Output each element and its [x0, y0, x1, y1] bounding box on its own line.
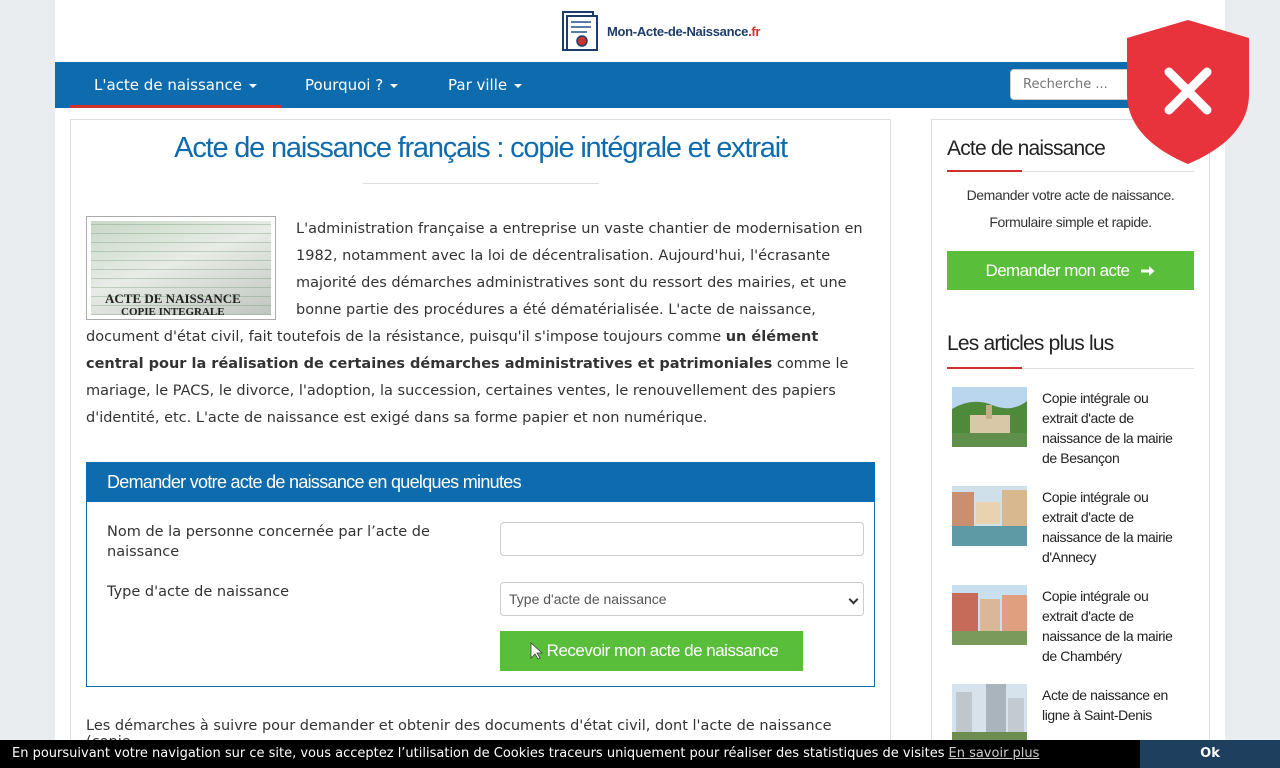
logo-text: Mon-Acte-de-Naissance.fr — [607, 23, 761, 39]
nav-item-label: Pourquoi ? — [305, 76, 384, 94]
type-label: Type d'acte de naissance — [107, 584, 290, 600]
name-input[interactable] — [500, 522, 864, 556]
request-certificate-button[interactable]: Demander mon acte — [947, 251, 1194, 290]
header: Mon-Acte-de-Naissance.fr — [55, 0, 1225, 62]
cookie-consent-bar: En poursuivant votre navigation sur ce s… — [0, 740, 1280, 768]
sidebar-description: Demander votre acte de naissance. Formul… — [932, 182, 1209, 236]
caret-down-icon — [514, 83, 523, 88]
nav-item-par-ville[interactable]: Par ville — [448, 62, 523, 108]
main-navbar: L'acte de naissance Pourquoi ? Par ville — [55, 62, 1225, 108]
pointer-cursor-icon — [530, 642, 544, 660]
certificate-icon — [562, 11, 598, 51]
page-container: Mon-Acte-de-Naissance.fr L'acte de naiss… — [55, 0, 1225, 768]
security-shield-icon[interactable] — [1127, 20, 1249, 164]
cookie-ok-button[interactable]: Ok — [1140, 740, 1280, 768]
article-title: Copie intégrale ou extrait d'acte de nai… — [1042, 588, 1173, 664]
select-value: Type d'acte de naissance — [509, 591, 667, 607]
chambery-thumbnail — [952, 585, 1027, 645]
arrow-right-icon — [1141, 266, 1155, 276]
cookie-text: En poursuivant votre navigation sur ce s… — [12, 740, 1039, 768]
main-content: Acte de naissance français : copie intég… — [70, 119, 891, 768]
caret-down-icon — [390, 83, 399, 88]
image-caption-line-2: COPIE INTEGRALE — [121, 306, 225, 315]
besancon-thumbnail — [952, 387, 1027, 447]
article-title: Acte de naissance en ligne à Saint-Denis — [1042, 687, 1168, 723]
sidebar: Acte de naissance Demander votre acte de… — [931, 119, 1210, 768]
title-divider — [362, 183, 599, 184]
certificate-type-select[interactable]: Type d'acte de naissance — [500, 582, 864, 616]
name-label: Nom de la personne concernée par l’acte … — [107, 524, 430, 560]
sidebar-desc-line: Formulaire simple et rapide. — [989, 214, 1152, 230]
learn-more-link[interactable]: En savoir plus — [948, 746, 1039, 761]
search-input[interactable] — [1010, 69, 1140, 100]
intro-paragraph: ACTE DE NAISSANCE COPIE INTEGRALE L'admi… — [86, 216, 876, 432]
sidebar-divider — [947, 367, 1194, 369]
nav-item-label: L'acte de naissance — [94, 76, 242, 94]
nav-item-label: Par ville — [448, 76, 508, 94]
page-title: Acte de naissance français : copie intég… — [174, 132, 788, 164]
submit-button-label: Recevoir mon acte de naissance — [546, 641, 779, 660]
cookie-message: En poursuivant votre navigation sur ce s… — [12, 746, 945, 761]
request-form: Demander votre acte de naissance en quel… — [86, 462, 875, 687]
request-button-label: Demander mon acte — [985, 261, 1130, 280]
form-heading: Demander votre acte de naissance en quel… — [87, 463, 874, 502]
chevron-down-icon — [848, 594, 859, 605]
popular-articles-title: Les articles plus lus — [947, 332, 1114, 355]
article-item-besancon[interactable]: Copie intégrale ou extrait d'acte de nai… — [952, 387, 1209, 486]
birth-certificate-image: ACTE DE NAISSANCE COPIE INTEGRALE — [86, 216, 276, 320]
nav-item-pourquoi[interactable]: Pourquoi ? — [305, 62, 399, 108]
annecy-thumbnail — [952, 486, 1027, 546]
site-logo[interactable]: Mon-Acte-de-Naissance.fr — [561, 10, 760, 52]
article-title: Copie intégrale ou extrait d'acte de nai… — [1042, 390, 1173, 466]
nav-item-acte-de-naissance[interactable]: L'acte de naissance — [70, 62, 281, 108]
article-item-chambery[interactable]: Copie intégrale ou extrait d'acte de nai… — [952, 585, 1209, 684]
submit-button[interactable]: Recevoir mon acte de naissance — [500, 631, 803, 671]
sidebar-divider — [947, 170, 1194, 172]
article-title: Copie intégrale ou extrait d'acte de nai… — [1042, 489, 1173, 565]
saint-denis-thumbnail — [952, 684, 1027, 744]
sidebar-desc-line: Demander votre acte de naissance. — [966, 187, 1175, 203]
caret-down-icon — [249, 83, 257, 88]
article-item-annecy[interactable]: Copie intégrale ou extrait d'acte de nai… — [952, 486, 1209, 585]
